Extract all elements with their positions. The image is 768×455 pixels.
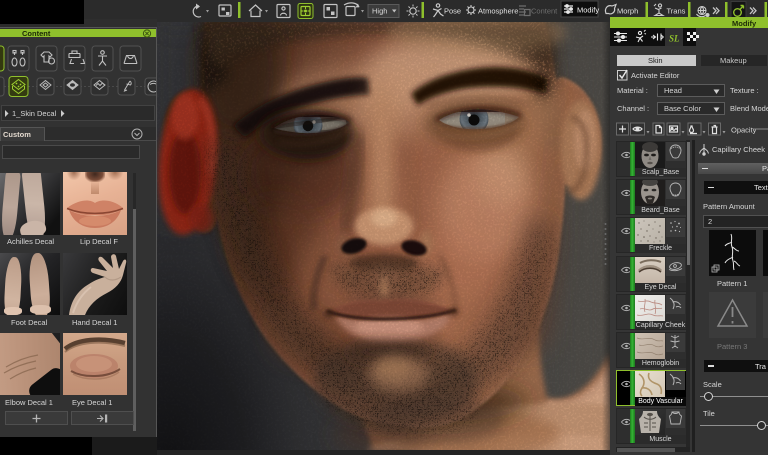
svg-text:Pose: Pose xyxy=(444,7,461,16)
svg-text:SL: SL xyxy=(669,34,680,44)
svg-text:Opacity: Opacity xyxy=(731,126,757,135)
svg-text:High: High xyxy=(372,7,387,16)
svg-text:Trans: Trans xyxy=(667,7,686,16)
svg-text:Atmosphere: Atmosphere xyxy=(478,7,518,16)
svg-text:Modify: Modify xyxy=(577,6,599,15)
svg-text:Morph: Morph xyxy=(617,7,638,16)
svg-text:Content: Content xyxy=(531,7,558,16)
